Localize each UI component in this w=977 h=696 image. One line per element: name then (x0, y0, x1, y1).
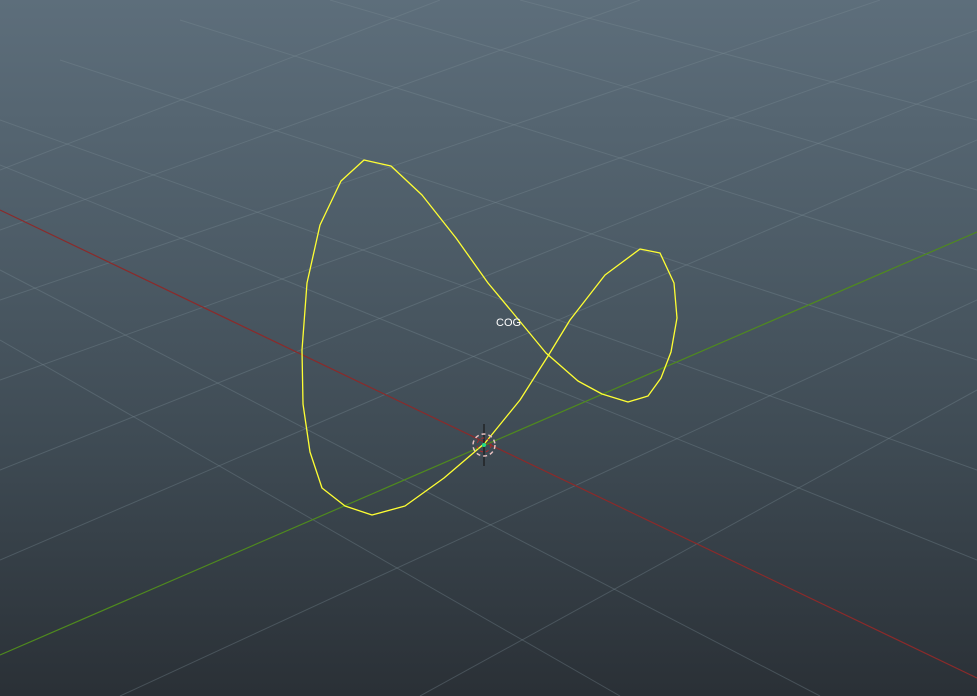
viewport-scene[interactable] (0, 0, 977, 696)
cog-curve[interactable] (301, 159, 678, 516)
3d-viewport[interactable]: COG (0, 0, 977, 696)
